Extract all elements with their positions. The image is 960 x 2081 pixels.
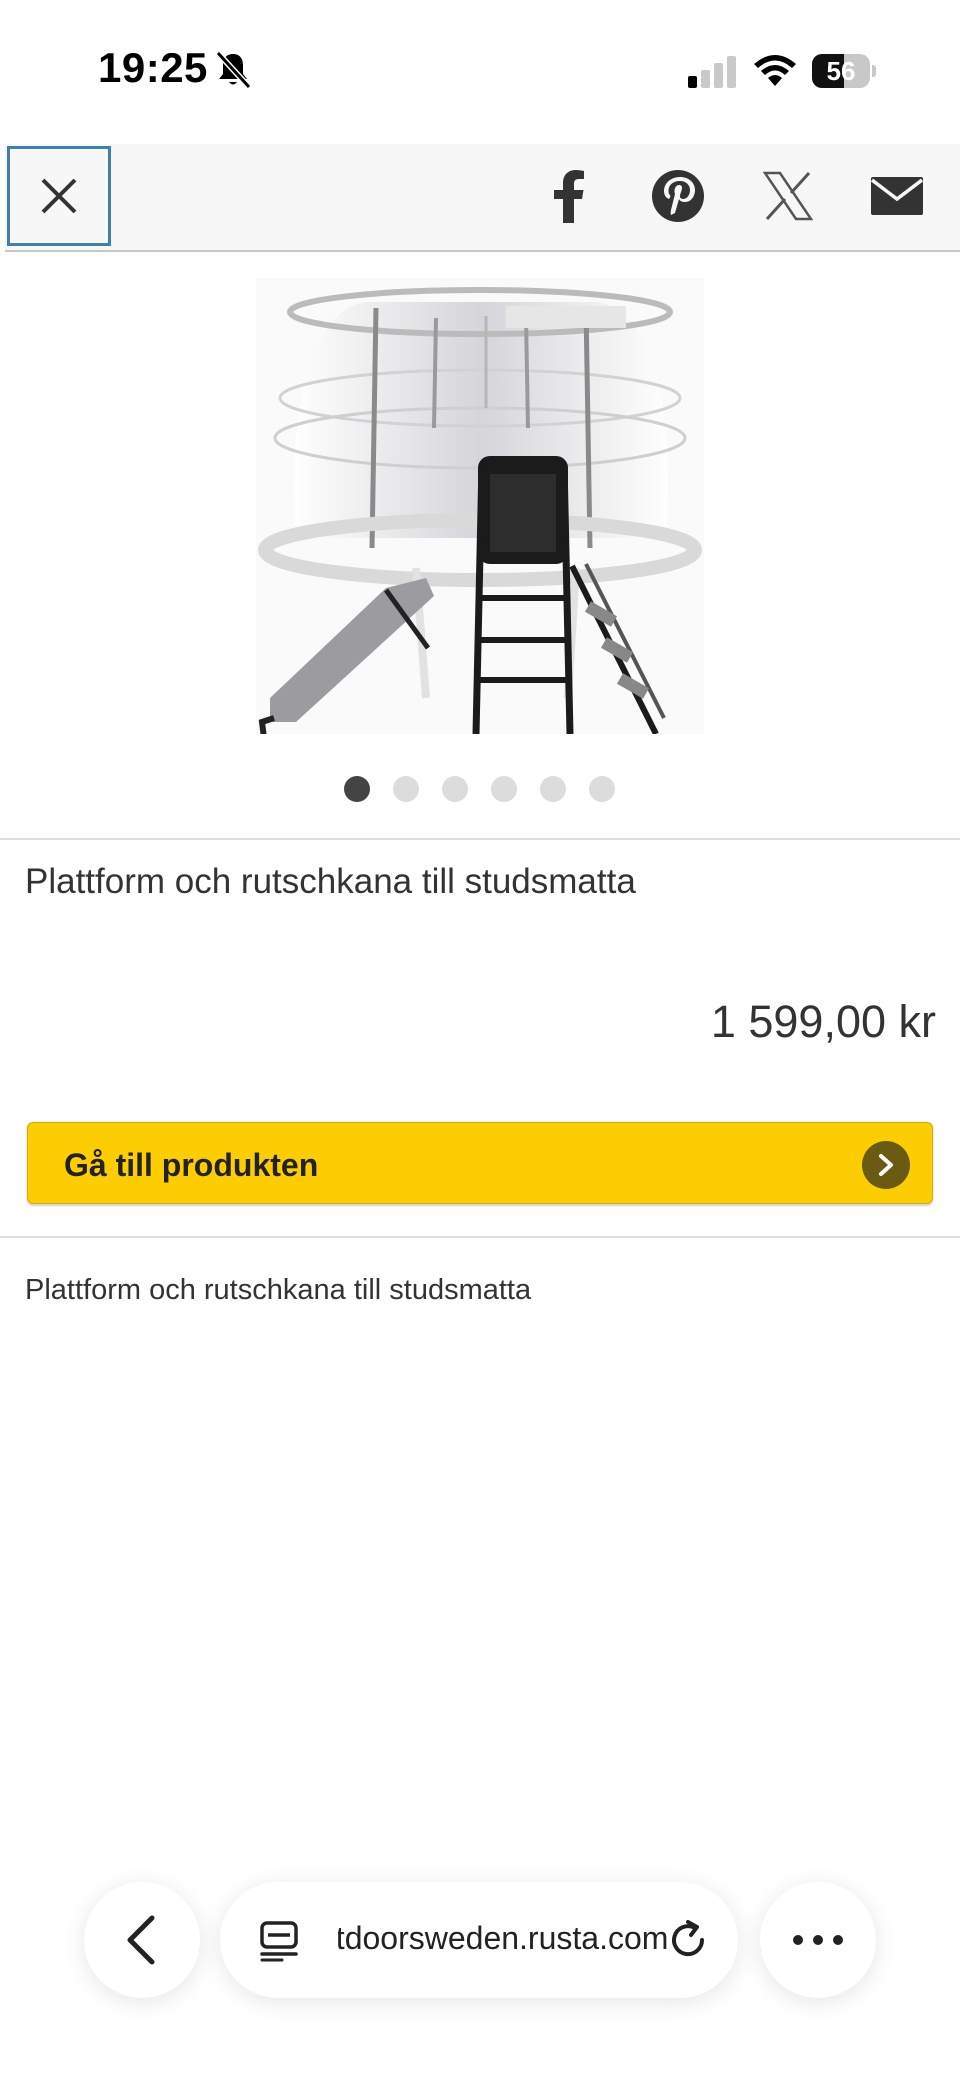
facebook-share-button[interactable] [538, 166, 598, 226]
carousel-dot[interactable] [393, 776, 419, 802]
more-button[interactable] [760, 1882, 876, 1998]
go-to-product-button[interactable]: Gå till produkten [27, 1122, 933, 1204]
battery-indicator: 56 [812, 54, 876, 88]
close-icon [41, 178, 77, 214]
divider [0, 838, 960, 840]
email-share-button[interactable] [867, 166, 927, 226]
product-price: 1 599,00 kr [710, 996, 936, 1047]
status-time: 19:25 [98, 44, 208, 91]
go-to-product-label: Gå till produkten [64, 1147, 319, 1183]
address-bar[interactable]: utdoorsweden.rusta.com [220, 1882, 738, 1998]
bell-muted-icon [215, 50, 252, 90]
divider [0, 1236, 960, 1238]
reload-icon[interactable] [666, 1918, 710, 1962]
email-icon [871, 177, 923, 215]
product-description: Plattform och rutschkana till studsmatta [25, 1274, 532, 1306]
pinterest-icon [652, 170, 704, 222]
more-icon [793, 1935, 843, 1945]
back-icon [127, 1915, 155, 1965]
url-text: utdoorsweden.rusta.com [338, 1920, 668, 1956]
facebook-icon [554, 170, 584, 223]
product-image[interactable] [256, 278, 704, 734]
battery-level: 56 [826, 56, 856, 86]
back-button[interactable] [84, 1882, 200, 1998]
carousel-dot[interactable] [540, 776, 566, 802]
carousel-dot[interactable] [491, 776, 517, 802]
tabs-icon[interactable] [258, 1920, 300, 1962]
carousel-dot[interactable] [344, 776, 370, 802]
carousel-dot[interactable] [589, 776, 615, 802]
pinterest-share-button[interactable] [648, 166, 708, 226]
carousel-dot[interactable] [442, 776, 468, 802]
product-title: Plattform och rutschkana till studsmatta [25, 862, 636, 901]
close-button[interactable] [7, 146, 111, 246]
chevron-right-icon [862, 1141, 910, 1189]
x-icon [763, 171, 813, 221]
browser-toolbar: utdoorsweden.rusta.com [0, 1860, 960, 2081]
x-share-button[interactable] [758, 166, 818, 226]
cellular-signal-icon [688, 56, 736, 88]
wifi-icon [754, 55, 796, 86]
carousel-pagination [344, 776, 615, 802]
share-toolbar [5, 144, 960, 252]
status-bar: 19:25 56 [0, 0, 960, 140]
